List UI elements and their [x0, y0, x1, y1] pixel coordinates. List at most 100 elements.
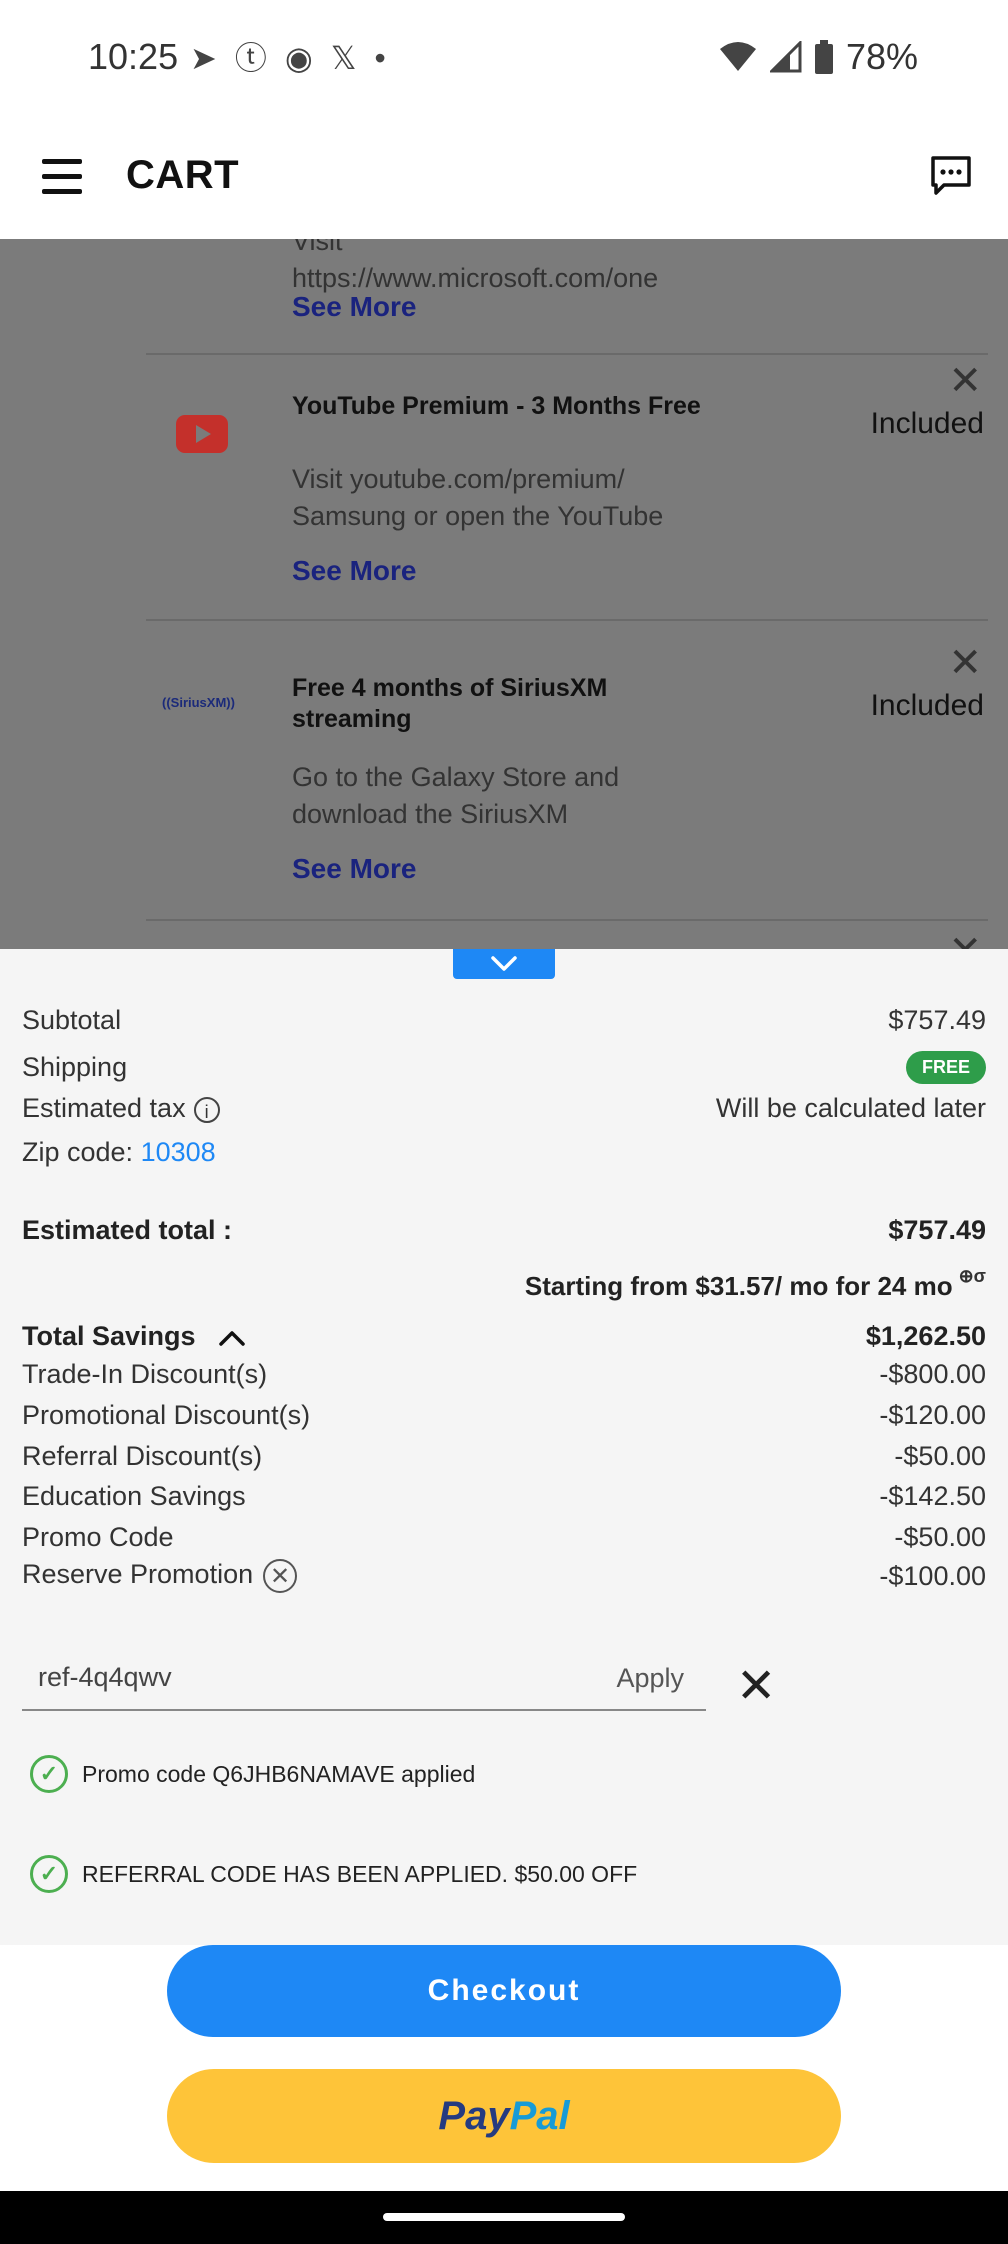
- notification-icons: ➤ ⓣ ◉ 𝕏 •: [190, 38, 386, 78]
- tax-label-wrap: Estimated tax i: [22, 1093, 220, 1124]
- referral-applied-text: REFERRAL CODE HAS BEEN APPLIED. $50.00 O…: [82, 1860, 638, 1887]
- see-more-link[interactable]: See More: [292, 853, 417, 885]
- order-summary: Subtotal $757.49 Shipping FREE Estimated…: [0, 949, 1008, 1945]
- zip-wrap: Zip code: 10308: [22, 1137, 216, 1168]
- app-header: CART: [0, 115, 1008, 239]
- discount-label: Promotional Discount(s): [22, 1400, 311, 1430]
- item-name: Free 4 months of SiriusXM streaming: [292, 674, 608, 733]
- total-savings-wrap: Total Savings: [22, 1321, 247, 1352]
- item-status: Included: [870, 689, 984, 722]
- menu-icon[interactable]: [42, 159, 82, 194]
- cart-items-overlay: Visit https://www.microsoft.com/one See …: [0, 239, 1008, 949]
- paypal-button[interactable]: PayPal: [167, 2069, 841, 2163]
- financing-row: Starting from $31.57/ mo for 24 mo ⊕σ: [22, 1266, 986, 1302]
- tax-row: Estimated tax i Will be calculated later: [22, 1093, 986, 1124]
- youtube-logo-icon: [176, 415, 228, 453]
- apply-button[interactable]: Apply: [616, 1663, 684, 1694]
- checkout-button[interactable]: Checkout: [167, 1945, 841, 2037]
- checkout-actions: Checkout PayPal: [0, 1945, 1008, 2191]
- discount-value: -$50.00: [894, 1441, 986, 1471]
- total-savings-value: $1,262.50: [865, 1321, 986, 1351]
- estimated-total-label: Estimated total :: [22, 1215, 233, 1245]
- discount-label: Trade-In Discount(s): [22, 1359, 268, 1389]
- divider: [146, 619, 988, 621]
- item-status: Included: [870, 407, 984, 440]
- subtotal-label: Subtotal: [22, 1005, 122, 1035]
- chevron-up-icon[interactable]: [217, 1328, 247, 1348]
- check-circle-icon: ✓: [30, 1755, 68, 1793]
- zip-code-link[interactable]: 10308: [141, 1137, 216, 1167]
- see-more-link[interactable]: See More: [292, 291, 417, 323]
- estimated-total-row: Estimated total : $757.49: [22, 1215, 986, 1246]
- collapse-summary-button[interactable]: [453, 949, 555, 979]
- subtotal-value: $757.49: [888, 1005, 986, 1035]
- discount-value: -$100.00: [879, 1560, 986, 1591]
- tumblr-icon: ⓣ: [234, 40, 267, 76]
- promo-applied-message: ✓ Promo code Q6JHB6NAMAVE applied: [30, 1755, 475, 1793]
- discount-value: -$120.00: [879, 1400, 986, 1430]
- shipping-label: Shipping: [22, 1052, 128, 1082]
- financing-text: Starting from $31.57/ mo for 24 mo: [524, 1271, 953, 1301]
- wifi-icon: [719, 42, 756, 71]
- referral-applied-message: ✓ REFERRAL CODE HAS BEEN APPLIED. $50.00…: [30, 1855, 637, 1893]
- discount-label: Reserve Promotion: [22, 1559, 254, 1590]
- reddit-icon: ◉: [284, 40, 313, 76]
- discount-row: Promo Code -$50.00: [22, 1522, 986, 1553]
- home-gesture-handle[interactable]: [383, 2213, 625, 2221]
- discount-label: Promo Code: [22, 1522, 174, 1552]
- system-nav-bar: [0, 2191, 1008, 2244]
- shipping-free-badge: FREE: [905, 1051, 986, 1084]
- discount-value: -$142.50: [879, 1481, 986, 1511]
- promo-code-input[interactable]: [36, 1661, 540, 1694]
- see-more-link[interactable]: See More: [292, 555, 417, 587]
- item-description: Visit youtube.com/premium/ Samsung or op…: [292, 464, 664, 531]
- page-title: CART: [126, 153, 240, 197]
- status-bar: 10:25 ➤ ⓣ ◉ 𝕏 • 78%: [0, 0, 1008, 115]
- remove-item-close-icon[interactable]: ✕: [948, 931, 982, 949]
- tax-value: Will be calculated later: [715, 1093, 986, 1123]
- subtotal-row: Subtotal $757.49: [22, 1005, 986, 1036]
- divider: [146, 919, 988, 921]
- discount-row: Referral Discount(s) -$50.00: [22, 1441, 986, 1472]
- discount-value: -$800.00: [879, 1359, 986, 1389]
- divider: [146, 353, 988, 355]
- siriusxm-logo: ((SiriusXM)): [162, 695, 235, 710]
- discount-label: Education Savings: [22, 1481, 246, 1511]
- reserve-wrap: Reserve Promotion ✕: [22, 1559, 298, 1593]
- paypal-logo: PayPal: [438, 2093, 570, 2138]
- discount-row: Education Savings -$142.50: [22, 1481, 986, 1512]
- status-time: 10:25: [88, 36, 179, 77]
- signal-icon: [769, 41, 802, 73]
- telegram-icon: ➤: [190, 40, 217, 76]
- status-right: 78%: [718, 36, 918, 78]
- zip-label: Zip code:: [22, 1137, 134, 1167]
- promo-applied-text: Promo code Q6JHB6NAMAVE applied: [82, 1760, 476, 1787]
- discount-label: Referral Discount(s): [22, 1441, 263, 1471]
- chevron-down-icon: [491, 956, 517, 971]
- total-savings-row[interactable]: Total Savings $1,262.50: [22, 1321, 986, 1352]
- discount-row: Reserve Promotion ✕ -$100.00: [22, 1559, 986, 1593]
- shipping-row: Shipping FREE: [22, 1051, 986, 1084]
- estimated-total-value: $757.49: [888, 1215, 986, 1245]
- check-circle-icon: ✓: [30, 1855, 68, 1893]
- financing-info-icon[interactable]: ⊕σ: [959, 1266, 986, 1287]
- promo-code-field[interactable]: Apply: [22, 1649, 706, 1711]
- remove-promotion-icon[interactable]: ✕: [263, 1559, 298, 1593]
- dot-icon: •: [374, 40, 386, 76]
- zip-row: Zip code: 10308: [22, 1137, 986, 1168]
- info-icon[interactable]: i: [193, 1096, 220, 1123]
- discount-row: Trade-In Discount(s) -$800.00: [22, 1359, 986, 1390]
- item-description: Visit https://www.microsoft.com/one: [292, 239, 659, 293]
- battery-icon: [814, 40, 833, 74]
- total-savings-label: Total Savings: [22, 1321, 196, 1351]
- x-icon: 𝕏: [330, 40, 357, 76]
- remove-item-close-icon[interactable]: ✕: [948, 361, 982, 401]
- remove-item-close-icon[interactable]: ✕: [948, 643, 982, 683]
- item-name: YouTube Premium - 3 Months Free: [292, 392, 701, 420]
- discount-value: -$50.00: [894, 1522, 986, 1552]
- discount-row: Promotional Discount(s) -$120.00: [22, 1400, 986, 1431]
- tax-label: Estimated tax: [22, 1093, 186, 1123]
- battery-percent: 78%: [845, 36, 918, 77]
- chat-icon[interactable]: [928, 153, 974, 199]
- clear-promo-close-icon[interactable]: ✕: [736, 1663, 776, 1711]
